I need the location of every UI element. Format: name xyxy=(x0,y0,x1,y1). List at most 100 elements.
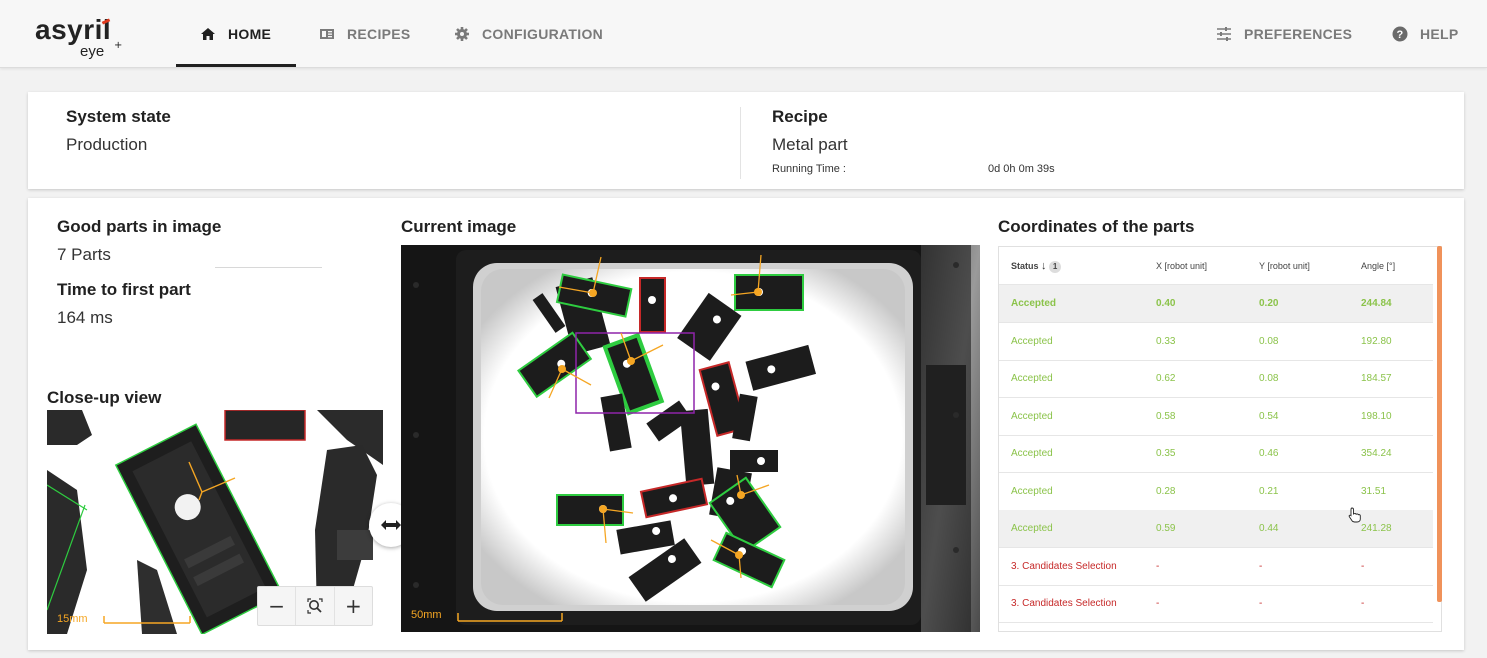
angle-column-header[interactable]: Angle [°] xyxy=(1361,247,1395,285)
x-cell: - xyxy=(1156,560,1160,572)
status-divider xyxy=(740,107,741,179)
angle-cell: 241.28 xyxy=(1361,523,1392,534)
x-cell: - xyxy=(1156,598,1160,609)
zoom-fit-button[interactable] xyxy=(296,587,335,625)
status-cell: Accepted xyxy=(1011,523,1053,534)
y-column-header[interactable]: Y [robot unit] xyxy=(1259,247,1310,285)
zoom-out-button[interactable]: − xyxy=(258,587,297,625)
logo-subword: eye xyxy=(80,43,105,60)
hand-cursor-icon xyxy=(1348,507,1361,523)
closeup-scale-label: 15mm xyxy=(57,613,88,625)
x-cell: 0.59 xyxy=(1156,523,1176,534)
y-cell: - xyxy=(1259,560,1263,572)
nav-home[interactable]: HOME xyxy=(200,0,271,67)
asyril-eye-logo: asyril eye + xyxy=(35,14,125,60)
table-row[interactable]: Accepted 0.33 0.08 192.80 xyxy=(999,323,1433,361)
good-parts-label: Good parts in image xyxy=(57,217,222,236)
good-parts-value: 7 Parts xyxy=(57,245,111,264)
nav-configuration[interactable]: CONFIGURATION xyxy=(454,0,603,67)
angle-cell: 198.10 xyxy=(1361,410,1392,422)
gear-icon xyxy=(455,26,469,41)
table-row[interactable]: 3. Candidates Selection - - - xyxy=(999,548,1433,586)
current-image-title: Current image xyxy=(401,217,517,236)
y-cell: 0.08 xyxy=(1259,373,1279,384)
x-cell: 0.62 xyxy=(1156,373,1176,384)
recipe-label: Recipe xyxy=(772,107,828,126)
status-column-header[interactable]: Status ↓ 1 xyxy=(1011,247,1062,285)
status-cell: Accepted xyxy=(1011,335,1053,347)
horizontal-arrows-icon xyxy=(381,520,401,530)
time-first-part-label: Time to first part xyxy=(57,280,191,299)
coordinates-title: Coordinates of the parts xyxy=(998,217,1195,236)
logo-wordmark: asyril xyxy=(35,14,112,45)
table-row[interactable]: Accepted 0.28 0.21 31.51 xyxy=(999,473,1433,511)
angle-cell: 184.57 xyxy=(1361,373,1392,384)
x-cell: 0.33 xyxy=(1156,335,1176,347)
status-cell: 3. Candidates Selection xyxy=(1011,598,1117,609)
table-row[interactable]: Accepted 0.58 0.54 198.10 xyxy=(999,398,1433,436)
sort-down-icon: ↓ xyxy=(1041,260,1047,272)
system-state-value: Production xyxy=(66,135,148,154)
coordinates-table: Status ↓ 1 X [robot unit] Y [robot unit]… xyxy=(998,246,1442,632)
sort-order-badge: 1 xyxy=(1049,260,1062,273)
status-cell: Accepted xyxy=(1011,373,1053,384)
zoom-fit-icon xyxy=(307,598,323,614)
x-cell: 0.28 xyxy=(1156,485,1176,497)
x-cell: 0.58 xyxy=(1156,410,1176,422)
closeup-title: Close-up view xyxy=(47,388,162,407)
time-first-part-value: 164 ms xyxy=(57,308,113,327)
y-cell: 0.20 xyxy=(1259,298,1279,309)
nav-recipes[interactable]: RECIPES xyxy=(319,0,411,67)
top-navigation-bar: asyril eye + HOME RECIPES CONFIGURATION … xyxy=(0,0,1487,68)
y-cell: 0.46 xyxy=(1259,448,1279,459)
status-cell: 3. Candidates Selection xyxy=(1011,560,1117,572)
logo-plus: + xyxy=(114,40,123,51)
status-cell: Accepted xyxy=(1011,485,1053,497)
status-cell: Accepted xyxy=(1011,448,1053,459)
sliders-icon xyxy=(1217,26,1231,41)
table-header: Status ↓ 1 X [robot unit] Y [robot unit]… xyxy=(999,247,1433,285)
y-cell: 0.21 xyxy=(1259,485,1279,497)
running-time-label: Running Time : xyxy=(772,163,846,175)
current-scale-label: 50mm xyxy=(411,609,442,621)
nav-preferences[interactable]: PREFERENCES xyxy=(1216,0,1352,67)
nav-help-label: HELP xyxy=(1420,25,1459,42)
divider-line xyxy=(215,267,322,268)
status-cell: Accepted xyxy=(1011,298,1057,309)
x-cell: 0.35 xyxy=(1156,448,1176,459)
y-cell: 0.08 xyxy=(1259,335,1279,347)
running-time-value: 0d 0h 0m 39s xyxy=(988,163,1055,175)
table-row[interactable]: Accepted 0.62 0.08 184.57 xyxy=(999,360,1433,398)
table-row[interactable]: Accepted 0.59 0.44 241.28 xyxy=(999,510,1433,548)
status-panel xyxy=(28,92,1464,189)
angle-cell: 244.84 xyxy=(1361,298,1392,309)
nav-help[interactable]: ? HELP xyxy=(1392,0,1459,67)
home-icon xyxy=(201,27,215,40)
angle-cell: 31.51 xyxy=(1361,485,1387,497)
table-scrollbar[interactable] xyxy=(1437,246,1442,602)
x-column-header[interactable]: X [robot unit] xyxy=(1156,247,1207,285)
recipe-value: Metal part xyxy=(772,135,848,154)
current-image[interactable]: 50mm xyxy=(401,245,980,632)
book-icon xyxy=(320,28,334,39)
zoom-in-button[interactable]: + xyxy=(335,587,372,625)
angle-cell: - xyxy=(1361,598,1365,609)
current-image-render xyxy=(401,245,980,632)
y-cell: - xyxy=(1259,598,1263,609)
status-cell: Accepted xyxy=(1011,410,1053,422)
angle-cell: 354.24 xyxy=(1361,448,1392,459)
y-cell: 0.44 xyxy=(1259,523,1279,534)
table-row[interactable]: Accepted 0.35 0.46 354.24 xyxy=(999,435,1433,473)
svg-text:?: ? xyxy=(1396,29,1403,41)
angle-cell: 192.80 xyxy=(1361,335,1392,347)
help-circle-icon: ? xyxy=(1392,26,1408,41)
nav-home-label: HOME xyxy=(228,25,272,42)
y-cell: 0.54 xyxy=(1259,410,1279,422)
active-tab-indicator xyxy=(176,64,296,67)
table-row[interactable]: Accepted 0.40 0.20 244.84 xyxy=(999,285,1433,323)
status-header-label: Status xyxy=(1011,261,1039,271)
nav-configuration-label: CONFIGURATION xyxy=(482,25,604,42)
system-state-label: System state xyxy=(66,107,171,126)
table-row[interactable]: 3. Candidates Selection - - - xyxy=(999,585,1433,623)
x-cell: 0.40 xyxy=(1156,298,1176,309)
